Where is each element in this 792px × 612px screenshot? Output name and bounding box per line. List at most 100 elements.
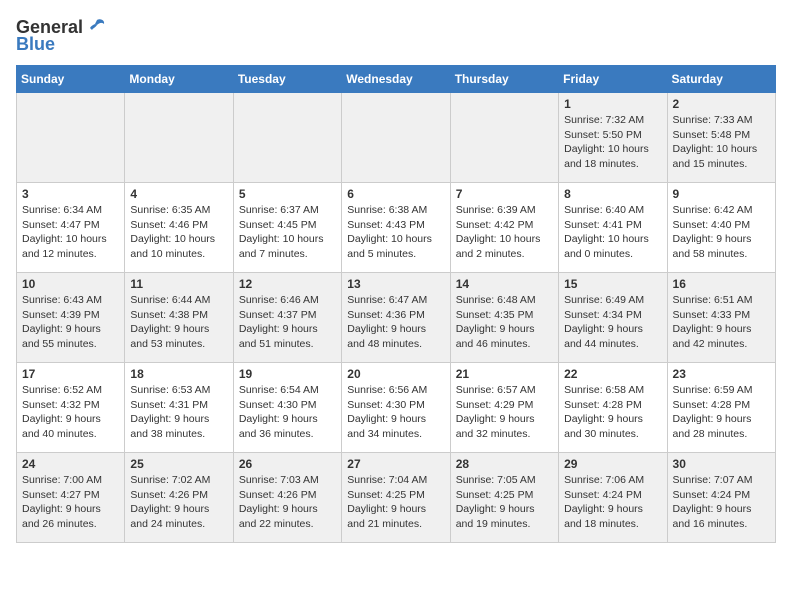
logo-blue-text: Blue (16, 34, 55, 55)
calendar-cell: 30Sunrise: 7:07 AMSunset: 4:24 PMDayligh… (667, 453, 775, 543)
logo: General Blue (16, 16, 107, 55)
day-number: 24 (22, 457, 119, 471)
sunset-text: Sunset: 4:30 PM (347, 399, 425, 411)
daylight-text: Daylight: 9 hours and 38 minutes. (130, 413, 209, 440)
weekday-header-wednesday: Wednesday (342, 66, 450, 93)
day-number: 8 (564, 187, 661, 201)
sunrise-text: Sunrise: 6:43 AM (22, 294, 102, 306)
day-number: 15 (564, 277, 661, 291)
cell-content: Sunrise: 6:49 AM Sunset: 4:34 PM Daylight:… (564, 293, 661, 352)
sunset-text: Sunset: 4:29 PM (456, 399, 534, 411)
day-number: 14 (456, 277, 553, 291)
day-number: 19 (239, 367, 336, 381)
sunrise-text: Sunrise: 7:32 AM (564, 114, 644, 126)
sunrise-text: Sunrise: 6:51 AM (673, 294, 753, 306)
day-number: 18 (130, 367, 227, 381)
day-number: 30 (673, 457, 770, 471)
daylight-text: Daylight: 9 hours and 53 minutes. (130, 323, 209, 350)
daylight-text: Daylight: 9 hours and 19 minutes. (456, 503, 535, 530)
weekday-header-saturday: Saturday (667, 66, 775, 93)
calendar-cell: 14Sunrise: 6:48 AMSunset: 4:35 PMDayligh… (450, 273, 558, 363)
daylight-text: Daylight: 10 hours and 15 minutes. (673, 143, 758, 170)
calendar-cell: 25Sunrise: 7:02 AMSunset: 4:26 PMDayligh… (125, 453, 233, 543)
calendar-week-1: 1Sunrise: 7:32 AMSunset: 5:50 PMDaylight… (17, 93, 776, 183)
day-number: 25 (130, 457, 227, 471)
calendar-cell: 8Sunrise: 6:40 AMSunset: 4:41 PMDaylight… (559, 183, 667, 273)
calendar-cell (450, 93, 558, 183)
calendar-cell: 16Sunrise: 6:51 AMSunset: 4:33 PMDayligh… (667, 273, 775, 363)
sunset-text: Sunset: 4:37 PM (239, 309, 317, 321)
day-number: 20 (347, 367, 444, 381)
calendar-cell: 2Sunrise: 7:33 AMSunset: 5:48 PMDaylight… (667, 93, 775, 183)
sunset-text: Sunset: 4:47 PM (22, 219, 100, 231)
daylight-text: Daylight: 9 hours and 28 minutes. (673, 413, 752, 440)
calendar-cell: 28Sunrise: 7:05 AMSunset: 4:25 PMDayligh… (450, 453, 558, 543)
calendar-cell: 11Sunrise: 6:44 AMSunset: 4:38 PMDayligh… (125, 273, 233, 363)
cell-content: Sunrise: 7:04 AMSunset: 4:25 PMDaylight:… (347, 473, 444, 532)
calendar-cell: 9Sunrise: 6:42 AMSunset: 4:40 PMDaylight… (667, 183, 775, 273)
calendar-week-2: 3 Sunrise: 6:34 AMSunset: 4:47 PMDaylight… (17, 183, 776, 273)
cell-content: Sunrise: 6:34 AMSunset: 4:47 PMDaylight:… (22, 203, 119, 262)
calendar-cell: 4 Sunrise: 6:35 AM Sunset: 4:46 PM Daylight… (125, 183, 233, 273)
cell-content: Sunrise: 6:43 AMSunset: 4:39 PMDaylight:… (22, 293, 119, 352)
day-number: 13 (347, 277, 444, 291)
calendar-cell (17, 93, 125, 183)
sunset-text: Sunset: 4:24 PM (564, 489, 642, 501)
sunset-text: Sunset: 4:45 PM (239, 219, 317, 231)
sunset-text: Sunset: 4:35 PM (456, 309, 534, 321)
sunset-text: Sunset: 4:34 PM (564, 309, 642, 321)
day-number: 1 (564, 97, 661, 111)
cell-content: Sunrise: 6:38 AMSunset: 4:43 PMDaylight:… (347, 203, 444, 262)
day-number: 3 (22, 187, 119, 201)
daylight-text: Daylight: 9 hours and 55 minutes. (22, 323, 101, 350)
sunrise-text: Sunrise: 6:37 AM (239, 204, 319, 216)
calendar-cell: 29 Sunrise: 7:06 AMSunset: 4:24 PMDayligh… (559, 453, 667, 543)
calendar-cell: 7Sunrise: 6:39 AMSunset: 4:42 PMDaylight… (450, 183, 558, 273)
daylight-text: Daylight: 10 hours and 7 minutes. (239, 233, 324, 260)
day-number: 23 (673, 367, 770, 381)
sunrise-text: Sunrise: 6:57 AM (456, 384, 536, 396)
daylight-text: Daylight: 9 hours and 46 minutes. (456, 323, 535, 350)
day-number: 17 (22, 367, 119, 381)
cell-content: Sunrise: 6:57 AM Sunset: 4:29 PM Daylight:… (456, 383, 553, 442)
daylight-text: Daylight: 10 hours and 2 minutes. (456, 233, 541, 260)
sunset-text: Sunset: 4:28 PM (564, 399, 642, 411)
calendar-cell: 18Sunrise: 6:53 AMSunset: 4:31 PMDayligh… (125, 363, 233, 453)
sunset-text: Sunset: 4:36 PM (347, 309, 425, 321)
daylight-text: Daylight: 9 hours and 58 minutes. (673, 233, 752, 260)
daylight-text: Daylight: 9 hours and 34 minutes. (347, 413, 426, 440)
calendar-cell (342, 93, 450, 183)
daylight-text: Daylight: 9 hours and 26 minutes. (22, 503, 101, 530)
cell-content: Sunrise: 6:46 AMSunset: 4:37 PMDaylight:… (239, 293, 336, 352)
daylight-text: Daylight: 9 hours and 44 minutes. (564, 323, 643, 350)
day-number: 27 (347, 457, 444, 471)
day-number: 29 (564, 457, 661, 471)
calendar-cell: 19Sunrise: 6:54 AMSunset: 4:30 PMDayligh… (233, 363, 341, 453)
daylight-text: Daylight: 10 hours and 5 minutes. (347, 233, 432, 260)
sunset-text: Sunset: 4:28 PM (673, 399, 751, 411)
cell-content: Sunrise: 7:05 AMSunset: 4:25 PMDaylight:… (456, 473, 553, 532)
day-number: 16 (673, 277, 770, 291)
daylight-text: Daylight: 10 hours and 10 minutes. (130, 233, 215, 260)
daylight-text: Daylight: 9 hours and 32 minutes. (456, 413, 535, 440)
cell-content: Sunrise: 7:06 AMSunset: 4:24 PMDaylight:… (564, 473, 661, 532)
day-number: 5 (239, 187, 336, 201)
sunrise-text: Sunrise: 6:54 AM (239, 384, 319, 396)
cell-content: Sunrise: 7:00 AMSunset: 4:27 PMDaylight:… (22, 473, 119, 532)
day-number: 22 (564, 367, 661, 381)
sunrise-text: Sunrise: 6:35 AM (130, 204, 210, 216)
calendar-week-3: 10Sunrise: 6:43 AMSunset: 4:39 PMDayligh… (17, 273, 776, 363)
sunrise-text: Sunrise: 6:39 AM (456, 204, 536, 216)
sunrise-text: Sunrise: 6:40 AM (564, 204, 644, 216)
sunrise-text: Sunrise: 7:07 AM (673, 474, 753, 486)
sunrise-text: Sunrise: 6:44 AM (130, 294, 210, 306)
sunset-text: Sunset: 4:46 PM (130, 219, 208, 231)
sunrise-text: Sunrise: 6:42 AM (673, 204, 753, 216)
weekday-header-monday: Monday (125, 66, 233, 93)
sunrise-text: Sunrise: 7:04 AM (347, 474, 427, 486)
weekday-header-row: SundayMondayTuesdayWednesdayThursdayFrid… (17, 66, 776, 93)
daylight-text: Daylight: 10 hours and 0 minutes. (564, 233, 649, 260)
day-number: 4 (130, 187, 227, 201)
sunrise-text: Sunrise: 6:49 AM (564, 294, 644, 306)
sunset-text: Sunset: 4:25 PM (347, 489, 425, 501)
